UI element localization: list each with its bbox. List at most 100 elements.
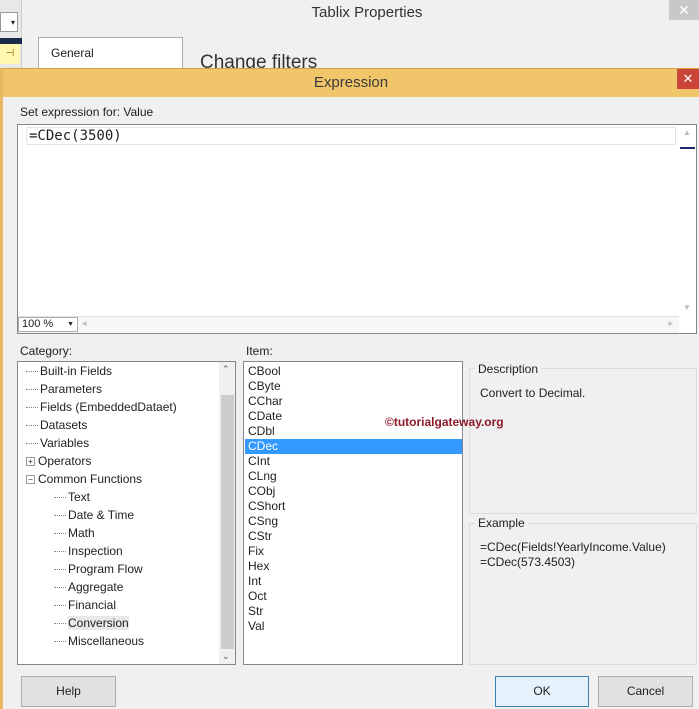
category-item[interactable]: Text (54, 488, 90, 506)
item-row[interactable]: CObj (245, 484, 462, 499)
dialog-close-button[interactable]: ✕ (677, 69, 699, 89)
category-label: Text (68, 490, 91, 504)
pin-icon[interactable]: ⊣ (0, 44, 20, 64)
scroll-down-icon[interactable]: ⌄ (222, 651, 230, 662)
category-label: Category: (20, 344, 73, 358)
description-text: Convert to Decimal. (480, 386, 586, 400)
item-label: Item: (246, 344, 273, 358)
category-item[interactable]: Date & Time (54, 506, 134, 524)
item-row[interactable]: Val (245, 619, 462, 634)
category-label: Financial (68, 598, 117, 612)
item-row[interactable]: CShort (245, 499, 462, 514)
category-item[interactable]: Built-in Fields (26, 362, 112, 380)
collapse-icon[interactable]: − (26, 475, 35, 485)
scroll-up-icon[interactable]: ⌃ (222, 364, 230, 375)
expand-icon[interactable]: + (26, 457, 35, 467)
item-row[interactable]: CByte (245, 379, 462, 394)
category-item[interactable]: Math (54, 524, 95, 542)
category-label: Program Flow (68, 562, 143, 576)
category-label: Built-in Fields (40, 364, 113, 378)
help-button[interactable]: Help (21, 676, 116, 707)
category-item[interactable]: Financial (54, 596, 116, 614)
tree-line (54, 587, 66, 589)
category-item[interactable]: Conversion (54, 614, 129, 632)
category-item[interactable]: Variables (26, 434, 89, 452)
tree-line (26, 425, 38, 427)
set-expression-label: Set expression for: Value (20, 105, 154, 119)
example-line: =CDec(Fields!YearlyIncome.Value) (480, 540, 666, 554)
cursor-marker (680, 147, 695, 149)
category-label: Operators (38, 454, 92, 468)
item-row[interactable]: Int (245, 574, 462, 589)
category-item[interactable]: + Operators (26, 452, 91, 470)
tree-line (54, 623, 66, 625)
item-list[interactable]: CBool CByte CChar CDate CDbl CDec CInt CLng CObj… (243, 361, 463, 665)
tablix-close-button[interactable]: ✕ (669, 0, 699, 20)
item-row[interactable]: CStr (245, 529, 462, 544)
category-label: Datasets (40, 418, 88, 432)
category-label: Date & Time (68, 508, 135, 522)
zoom-value: 100 % (22, 318, 54, 330)
description-label: Description (475, 362, 542, 376)
editor-vertical-scrollbar[interactable]: ▲ ▼ (679, 125, 696, 315)
editor-horizontal-scrollbar[interactable]: ◂ ▸ (18, 316, 679, 333)
tree-line (54, 641, 66, 643)
tablix-properties-title: Tablix Properties (311, 4, 423, 21)
scroll-down-icon[interactable]: ▼ (683, 303, 691, 312)
category-label: Fields (EmbeddedDataet) (40, 400, 177, 414)
item-row[interactable]: CChar (245, 394, 462, 409)
tree-line (26, 443, 38, 445)
zoom-select[interactable]: 100 % ▼ (18, 317, 78, 332)
category-item[interactable]: Parameters (26, 380, 102, 398)
category-label: Common Functions (38, 472, 143, 486)
category-label: Miscellaneous (68, 634, 145, 648)
tree-line (54, 533, 66, 535)
tree-line (54, 497, 66, 499)
item-row[interactable]: CSng (245, 514, 462, 529)
category-label: Math (68, 526, 95, 540)
item-row[interactable]: Fix (245, 544, 462, 559)
tree-line (26, 407, 38, 409)
category-item[interactable]: Inspection (54, 542, 123, 560)
category-label: Aggregate (68, 580, 124, 594)
tree-line (54, 515, 66, 517)
current-line-highlight (26, 127, 676, 145)
scroll-right-icon[interactable]: ▸ (668, 318, 673, 329)
scroll-left-icon[interactable]: ◂ (82, 318, 87, 329)
category-label: Inspection (68, 544, 123, 558)
watermark: ©tutorialgateway.org (385, 415, 504, 429)
expression-editor[interactable] (17, 124, 697, 334)
tree-line (26, 389, 38, 391)
cancel-button[interactable]: Cancel (598, 676, 693, 707)
item-row[interactable]: Hex (245, 559, 462, 574)
category-item[interactable]: − Common Functions (26, 470, 142, 488)
toolbar-dropdown[interactable]: ▾ (0, 12, 18, 32)
category-item[interactable]: Fields (EmbeddedDataet) (26, 398, 177, 416)
category-item[interactable]: Miscellaneous (54, 632, 144, 650)
item-row[interactable]: CDec (245, 439, 462, 454)
chevron-down-icon: ▼ (67, 321, 74, 328)
tree-line (26, 371, 38, 373)
item-row[interactable]: CInt (245, 454, 462, 469)
category-tree[interactable]: Built-in Fields Parameters Fields (Embedde… (17, 361, 236, 665)
category-label: Parameters (40, 382, 103, 396)
item-row[interactable]: Oct (245, 589, 462, 604)
tree-line (54, 605, 66, 607)
category-item[interactable]: Aggregate (54, 578, 123, 596)
example-label: Example (475, 516, 528, 530)
item-row[interactable]: CBool (245, 364, 462, 379)
expression-text[interactable]: =CDec(3500) (29, 128, 122, 144)
category-label: Variables (40, 436, 90, 450)
category-item[interactable]: Datasets (26, 416, 87, 434)
category-scroll-thumb[interactable] (221, 395, 234, 649)
tree-line (54, 569, 66, 571)
dialog-title: Expression (3, 69, 699, 97)
tree-line (54, 551, 66, 553)
category-label: Conversion (68, 616, 129, 630)
ok-button[interactable]: OK (495, 676, 589, 707)
item-row[interactable]: Str (245, 604, 462, 619)
example-line: =CDec(573.4503) (480, 555, 576, 569)
item-row[interactable]: CLng (245, 469, 462, 484)
scroll-up-icon[interactable]: ▲ (683, 128, 691, 137)
category-item[interactable]: Program Flow (54, 560, 143, 578)
